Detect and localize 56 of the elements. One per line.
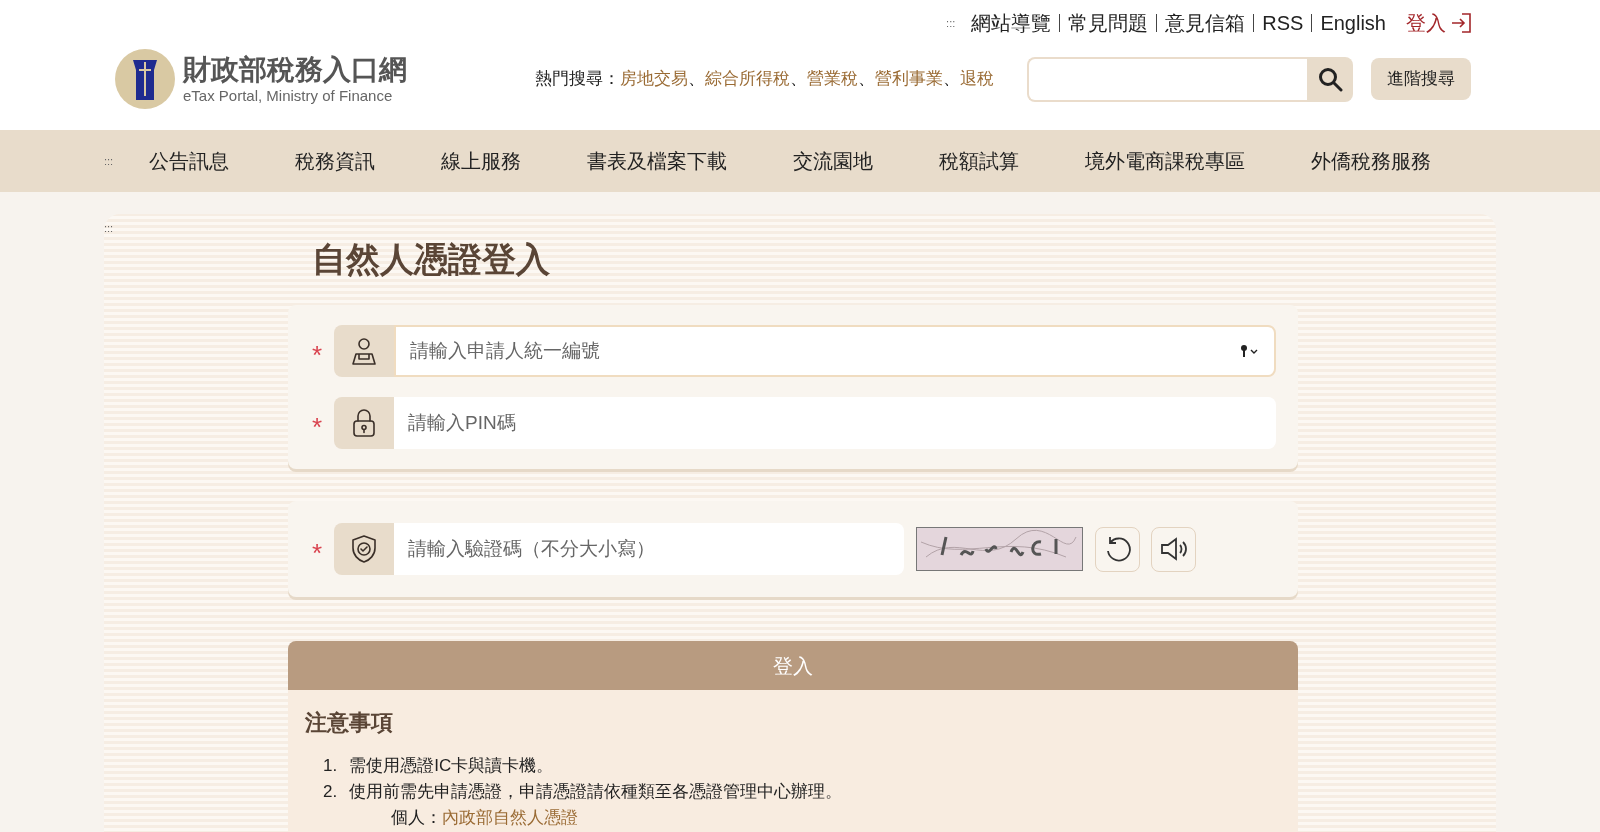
login-link[interactable]: 登入 xyxy=(1406,8,1474,38)
search-button[interactable] xyxy=(1307,56,1353,102)
nav-item[interactable]: 稅務資訊 xyxy=(295,146,376,176)
hot-search-label: 熱門搜尋： xyxy=(535,68,620,91)
anchor-mark[interactable]: ::: xyxy=(946,14,956,32)
required-mark: * xyxy=(312,339,324,368)
logo-subtitle: eTax Portal, Ministry of Finance xyxy=(183,87,394,106)
nav-item[interactable]: 公告訊息 xyxy=(149,146,230,176)
lock-icon xyxy=(351,408,377,438)
nav-item[interactable]: 交流園地 xyxy=(793,146,874,176)
separator: 、 xyxy=(943,68,960,91)
login-icon xyxy=(1450,11,1474,35)
hot-search-link[interactable]: 營利事業 xyxy=(875,66,943,92)
nav-item[interactable]: 稅額試算 xyxy=(939,146,1020,176)
top-link[interactable]: 意見信箱 xyxy=(1165,8,1246,38)
key-dropdown-icon[interactable] xyxy=(1240,344,1260,358)
nav-item[interactable]: 外僑稅務服務 xyxy=(1311,146,1432,176)
advanced-search-button[interactable]: 進階搜尋 xyxy=(1371,58,1471,100)
notice-label: 個人： xyxy=(391,807,442,829)
separator: 、 xyxy=(688,68,705,91)
search-field[interactable] xyxy=(1027,56,1307,102)
top-link[interactable]: 網站導覽 xyxy=(971,8,1052,38)
hot-search-link[interactable]: 房地交易 xyxy=(620,66,688,92)
hot-search-link[interactable]: 營業稅 xyxy=(807,66,858,92)
logo-icon xyxy=(115,48,175,110)
shield-check-icon xyxy=(350,534,378,564)
separator: 、 xyxy=(858,68,875,91)
refresh-button[interactable] xyxy=(1095,526,1140,572)
nav-item[interactable]: 境外電商課稅專區 xyxy=(1085,146,1246,176)
notice-text: 需使用憑證IC卡與讀卡機。 xyxy=(349,755,554,777)
required-mark: * xyxy=(312,411,324,440)
top-link[interactable]: RSS xyxy=(1262,8,1304,38)
top-link[interactable]: 常見問題 xyxy=(1068,8,1149,38)
list-number: 2. xyxy=(323,781,338,803)
hot-search-link[interactable]: 綜合所得稅 xyxy=(705,66,790,92)
hot-search-link[interactable]: 退稅 xyxy=(960,66,994,92)
audio-button[interactable] xyxy=(1151,526,1196,572)
nav-item[interactable]: 書表及檔案下載 xyxy=(587,146,728,176)
notice-title: 注意事項 xyxy=(305,709,394,737)
certificate-link[interactable]: 內政部自然人憑證 xyxy=(442,805,578,831)
required-mark: * xyxy=(312,537,324,566)
logo-title: 財政部稅務入口網 xyxy=(183,52,407,88)
nav-item[interactable]: 線上服務 xyxy=(441,146,522,176)
person-icon xyxy=(350,336,378,366)
notice-text: 使用前需先申請憑證，申請憑證請依種類至各憑證管理中心辦理。 xyxy=(349,781,843,803)
anchor-mark[interactable]: ::: xyxy=(104,220,114,237)
page-title: 自然人憑證登入 xyxy=(312,239,551,280)
separator: 、 xyxy=(790,68,807,91)
list-number: 1. xyxy=(323,755,338,777)
input-field[interactable]: 請輸入PIN碼 xyxy=(394,397,1276,449)
speaker-icon xyxy=(1158,536,1189,562)
anchor-mark[interactable]: ::: xyxy=(104,152,114,170)
search-icon xyxy=(1317,66,1343,92)
input-field[interactable]: 請輸入申請人統一編號 xyxy=(394,325,1276,377)
top-link[interactable]: English xyxy=(1320,8,1386,38)
captcha-input-field[interactable]: 請輸入驗證碼（不分大小寫） xyxy=(394,523,904,575)
